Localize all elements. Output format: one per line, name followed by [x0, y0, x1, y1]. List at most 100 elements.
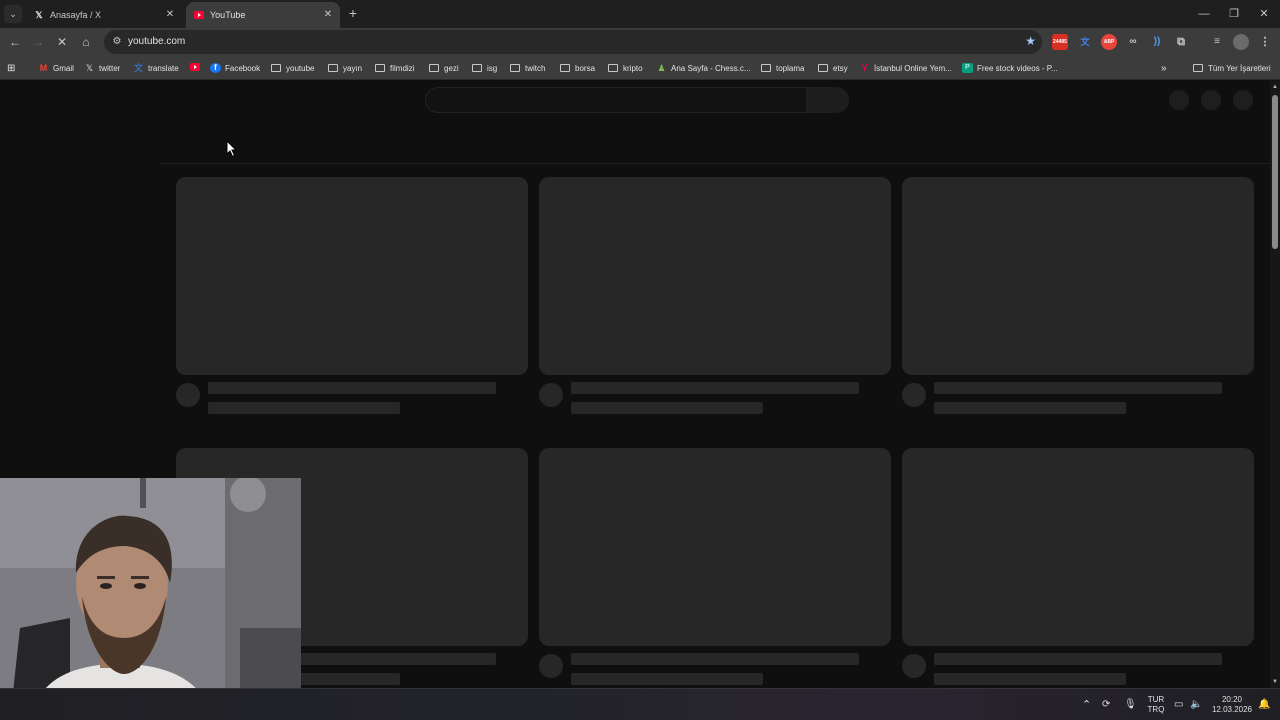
search-bar-skeleton [425, 87, 807, 113]
yemeksepeti-icon: Y [861, 63, 868, 73]
bookmark-folder-yayin[interactable]: yayın [328, 61, 362, 75]
channel-avatar-skeleton [539, 654, 563, 678]
site-settings-icon[interactable]: ⚙ [110, 35, 124, 49]
facebook-icon: f [210, 63, 221, 73]
title-line-skeleton [934, 382, 1222, 394]
translate-icon: 文 [133, 63, 143, 73]
bookmark-gmail[interactable]: M Gmail [38, 61, 74, 75]
folder-icon [510, 64, 520, 72]
meta-line-skeleton [571, 402, 763, 414]
channel-avatar-skeleton [902, 383, 926, 407]
video-thumbnail-skeleton [902, 448, 1254, 646]
meta-line-skeleton [934, 402, 1126, 414]
badge-extension-icon[interactable]: 24485 [1052, 34, 1068, 50]
clock[interactable]: 20:20 12.03.2026 [1208, 695, 1256, 715]
folder-icon [328, 64, 338, 72]
folder-icon [761, 64, 771, 72]
new-tab-button[interactable]: + [345, 5, 361, 21]
bookmark-twitter[interactable]: 𝕏 twitter [84, 61, 120, 75]
home-button[interactable]: ⌂ [77, 33, 95, 51]
stop-loading-button[interactable]: ✕ [53, 33, 71, 51]
adblock-extension-icon[interactable]: ABP [1101, 34, 1117, 50]
search-button-skeleton [807, 87, 849, 113]
media-controls-icon[interactable]: ≡ [1209, 34, 1225, 50]
gmail-icon: M [39, 63, 48, 73]
folder-icon [429, 64, 439, 72]
all-bookmarks-button[interactable]: Tüm Yer İşaretleri [1193, 61, 1271, 75]
tab-search-button[interactable]: ⌄ [4, 5, 22, 23]
bookmark-pexels[interactable]: P Free stock videos - P... [962, 61, 1058, 75]
title-line-skeleton [571, 653, 859, 665]
close-icon: ✕ [56, 35, 68, 49]
forward-button[interactable]: → [29, 33, 47, 51]
x-logo-icon: 𝕏 [85, 63, 94, 73]
close-window-button[interactable]: ✕ [1256, 6, 1272, 22]
close-tab-icon[interactable]: ✕ [164, 9, 176, 21]
bookmark-star-icon[interactable]: ★ [1025, 34, 1036, 48]
bookmark-youtube-link[interactable] [189, 61, 204, 75]
video-thumbnail-skeleton [539, 177, 891, 375]
chip-bar-divider [160, 163, 1270, 164]
bookmarks-bar: ⊞ M Gmail 𝕏 twitter 文 translate f Facebo… [0, 56, 1280, 80]
close-tab-icon[interactable]: ✕ [322, 9, 334, 21]
meta-line-skeleton [208, 402, 400, 414]
apps-grid-icon: ⊞ [7, 62, 16, 74]
tab-title: YouTube [210, 10, 246, 20]
folder-icon [608, 64, 618, 72]
address-bar[interactable]: ⚙ youtube.com ★ [104, 30, 1042, 54]
scroll-up-arrow-icon[interactable]: ▲ [1271, 83, 1279, 91]
microphone-icon[interactable]: 🎙 [1124, 698, 1137, 712]
home-icon: ⌂ [82, 35, 90, 49]
bookmarks-overflow-button[interactable]: » [1161, 61, 1167, 75]
bookmark-chess[interactable]: ♟ Ana Sayfa - Chess.c... [656, 61, 750, 75]
title-line-skeleton [934, 653, 1222, 665]
page-scrollbar[interactable]: ▲ ▼ [1270, 81, 1280, 688]
volume-icon[interactable]: 🔈 [1190, 698, 1202, 712]
scrollbar-thumb[interactable] [1272, 95, 1278, 249]
bookmark-folder-borsa[interactable]: borsa [560, 61, 595, 75]
translate-extension-icon[interactable]: 文 [1077, 34, 1093, 50]
title-line-skeleton [571, 382, 859, 394]
sync-icon[interactable]: ⟳ [1102, 698, 1110, 712]
chevron-up-icon[interactable]: ⌃ [1082, 698, 1091, 712]
input-language-indicator[interactable]: TUR TRQ [1144, 695, 1168, 715]
profile-avatar-icon[interactable] [1233, 34, 1249, 50]
avatar-skeleton [1233, 90, 1253, 110]
tab-twitter[interactable]: 𝕏 Anasayfa / X ✕ [26, 2, 182, 28]
scroll-down-arrow-icon[interactable]: ▼ [1271, 678, 1279, 686]
channel-avatar-skeleton [539, 383, 563, 407]
bookmark-yemeksepeti[interactable]: Y İstanbul Online Yem... [859, 61, 951, 75]
folder-icon [818, 64, 828, 72]
glasses-extension-icon[interactable]: ∞ [1125, 34, 1141, 50]
bookmark-facebook[interactable]: f Facebook [210, 61, 260, 75]
bookmark-translate[interactable]: 文 translate [133, 61, 179, 75]
bookmark-folder-filmdizi[interactable]: filmdizi [375, 61, 414, 75]
folder-icon [560, 64, 570, 72]
bookmark-folder-youtube[interactable]: youtube [271, 61, 314, 75]
notifications-icon[interactable]: 🔔 [1258, 698, 1270, 712]
tab-title: Anasayfa / X [50, 10, 102, 20]
url-text[interactable]: youtube.com [128, 36, 185, 47]
bookmark-folder-isg[interactable]: isg [472, 61, 497, 75]
x-logo-icon: 𝕏 [35, 9, 43, 20]
video-thumbnail-skeleton [902, 177, 1254, 375]
folder-icon [1193, 64, 1203, 72]
video-thumbnail-skeleton [176, 177, 528, 375]
restore-button[interactable]: ❐ [1226, 6, 1242, 22]
bookmark-folder-twitch[interactable]: twitch [510, 61, 545, 75]
puzzle-extensions-icon[interactable]: ⧉ [1173, 34, 1189, 50]
chess-pawn-icon: ♟ [657, 63, 666, 73]
tab-youtube[interactable]: YouTube ✕ [186, 2, 340, 28]
arrow-left-icon: ← [9, 35, 21, 49]
bookmark-folder-etsy[interactable]: etsy [818, 61, 848, 75]
kebab-menu-icon[interactable]: ⋮ [1257, 34, 1273, 50]
bookmark-folder-kripto[interactable]: kripto [608, 61, 643, 75]
bookmark-folder-toplama[interactable]: toplama [761, 61, 804, 75]
bookmark-folder-gezi[interactable]: gezi [429, 61, 459, 75]
network-icon[interactable]: ▭ [1174, 698, 1183, 712]
apps-button[interactable]: ⊞ [7, 61, 15, 75]
sound-extension-icon[interactable]: )) [1149, 34, 1165, 50]
youtube-logo-icon [194, 10, 204, 20]
back-button[interactable]: ← [6, 33, 24, 51]
minimize-button[interactable]: — [1196, 6, 1212, 22]
